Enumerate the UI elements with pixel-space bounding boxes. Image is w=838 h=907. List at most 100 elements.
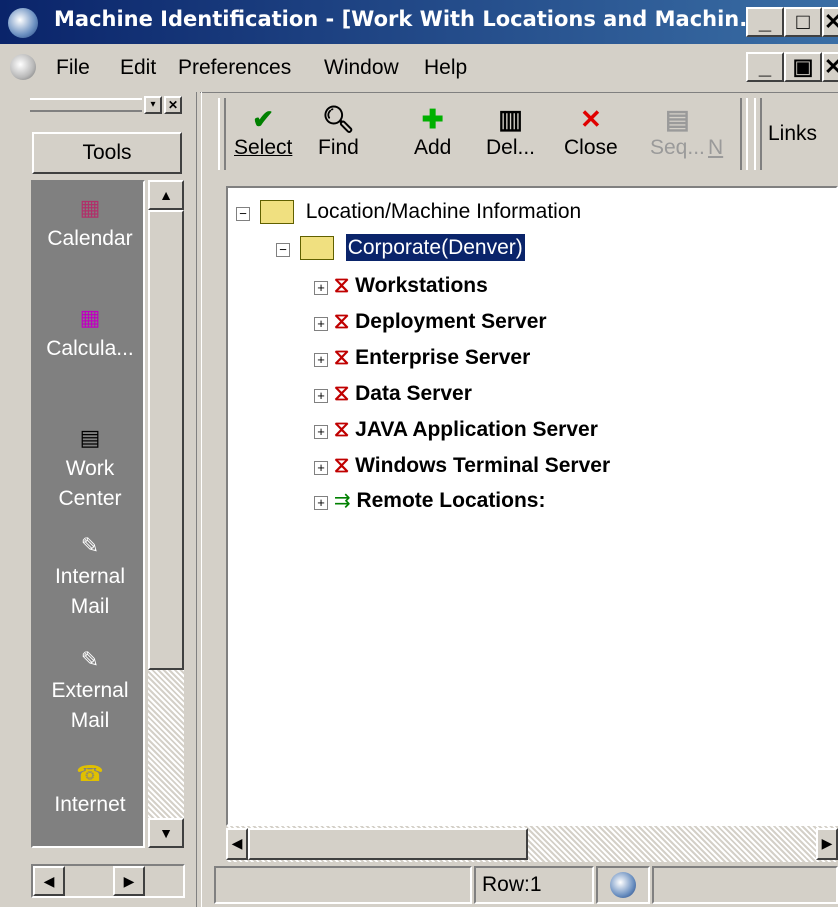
toolbar-grip[interactable] [218,98,226,170]
globe-icon [610,872,636,898]
toolbar: ✔ Select 🔍︎ Find ✚ Add ▥ Del... ✕ Close … [214,92,838,178]
links-grip[interactable] [754,98,762,170]
expand-toggle[interactable]: + [314,317,328,331]
menu-help[interactable]: Help [424,56,467,80]
tool-work-center[interactable]: ▤ Work Center [33,422,147,514]
tree-location-label: Corporate(Denver) [344,233,526,262]
trash-icon: ▥ [498,104,523,134]
tool-external-mail[interactable]: ✎ External Mail [33,644,147,736]
select-button[interactable]: ✔ Select [234,102,292,160]
expand-toggle[interactable]: + [314,425,328,439]
document-globe-icon[interactable] [10,54,36,80]
tool-label: Calcula... [46,337,134,360]
window-title: Machine Identification - [Work With Loca… [54,7,764,31]
status-pane-empty [652,866,838,904]
tree-horizontal-scrollbar[interactable]: ◀ ▶ [226,826,838,862]
panel-grip[interactable] [30,98,142,112]
menu-preferences[interactable]: Preferences [178,56,291,80]
work-center-icon: ▤ [79,425,101,450]
expand-toggle[interactable]: + [314,353,328,367]
app-globe-icon[interactable] [8,8,38,38]
internet-icon: ☎ [76,761,104,786]
add-label: Add [414,136,452,159]
status-pane-message [214,866,472,904]
tree-root-node[interactable]: − Location/Machine Information [236,200,581,236]
tree-item[interactable]: + ⧖ Enterprise Server [314,344,530,380]
tool-calculator[interactable]: ▦ Calcula... [33,302,147,364]
tools-vertical-scrollbar[interactable]: ▲ ▼ [148,180,184,848]
delete-button[interactable]: ▥ Del... [486,102,535,160]
tree-item[interactable]: + ⧖ Workstations [314,272,488,308]
menu-bar: File Edit Preferences Window Help _ ▣ ✕ [0,44,838,93]
scroll-right-button[interactable]: ▶ [816,828,838,860]
remote-locations-icon: ⇉ [333,490,351,512]
scroll-left-button[interactable]: ◀ [33,866,65,896]
n-label: N [708,136,724,159]
machine-icon: ⧖ [333,308,350,333]
collapse-toggle[interactable]: − [236,207,250,221]
close-button-toolbar[interactable]: ✕ Close [564,102,618,160]
scroll-left-button[interactable]: ◀ [226,828,248,860]
scroll-down-button[interactable]: ▼ [148,818,184,848]
expand-toggle[interactable]: + [314,496,328,510]
tree-item[interactable]: + ⧖ Deployment Server [314,308,547,344]
add-button[interactable]: ✚ Add [414,102,451,160]
child-minimize-button[interactable]: _ [746,52,784,82]
select-label: Select [234,136,293,159]
panel-close-button[interactable]: ✕ [164,96,182,114]
tools-horizontal-scrollbar[interactable]: ◀ ▶ [31,864,185,898]
status-bar: Row:1 [214,862,838,907]
sequence-icon: ▤ [665,104,690,134]
machine-icon: ⧖ [333,380,350,405]
calendar-icon: ▦ [79,195,101,220]
panel-splitter[interactable] [196,92,202,907]
tool-internal-mail[interactable]: ✎ Internal Mail [33,530,147,622]
scroll-up-button[interactable]: ▲ [148,180,184,210]
machine-icon: ⧖ [333,416,350,441]
tree-root-label: Location/Machine Information [305,200,582,223]
tool-internet[interactable]: ☎ Internet [33,758,147,820]
maximize-button[interactable]: □ [784,7,822,37]
links-button[interactable]: Links [768,122,817,146]
calculator-icon: ▦ [79,305,101,330]
expand-toggle[interactable]: + [314,461,328,475]
seq-button[interactable]: ▤ Seq... [650,102,705,160]
tools-header[interactable]: Tools [32,132,182,174]
expand-toggle[interactable]: + [314,281,328,295]
tree-item[interactable]: + ⇉ Remote Locations: [314,488,545,524]
folder-open-icon [299,236,334,261]
status-pane-globe [596,866,650,904]
scroll-right-button[interactable]: ▶ [113,866,145,896]
expand-toggle[interactable]: + [314,389,328,403]
scroll-thumb[interactable] [148,210,184,670]
menu-window[interactable]: Window [324,56,399,80]
folder-open-icon [259,200,294,225]
status-row-indicator: Row:1 [474,866,594,904]
find-icon: 🔍︎ [321,104,355,134]
tree-item[interactable]: + ⧖ Windows Terminal Server [314,452,610,488]
tree-location-node[interactable]: − Corporate(Denver) [276,233,526,272]
minimize-button[interactable]: _ [746,7,784,37]
tool-calendar[interactable]: ▦ Calendar [33,192,147,254]
external-mail-icon: ✎ [80,647,100,672]
tool-label: Work Center [58,457,122,510]
collapse-toggle[interactable]: − [276,243,290,257]
child-close-button[interactable]: ✕ [822,52,838,82]
tool-label: External Mail [51,679,129,732]
tree-item[interactable]: + ⧖ JAVA Application Server [314,416,598,452]
scroll-thumb[interactable] [248,828,528,860]
close-button[interactable]: ✕ [822,7,838,37]
close-x-icon: ✕ [579,104,602,134]
n-button[interactable]: N [708,136,723,160]
machine-icon: ⧖ [333,272,350,297]
plus-icon: ✚ [421,104,444,134]
tree-view[interactable]: − Location/Machine Information − Corpora… [226,186,838,826]
find-button[interactable]: 🔍︎ Find [318,102,359,160]
child-restore-button[interactable]: ▣ [784,52,822,82]
machine-icon: ⧖ [333,344,350,369]
tree-item[interactable]: + ⧖ Data Server [314,380,472,416]
title-bar[interactable]: Machine Identification - [Work With Loca… [0,0,838,44]
panel-menu-button[interactable]: ▾ [144,96,162,114]
menu-edit[interactable]: Edit [120,56,156,80]
menu-file[interactable]: File [56,56,90,80]
